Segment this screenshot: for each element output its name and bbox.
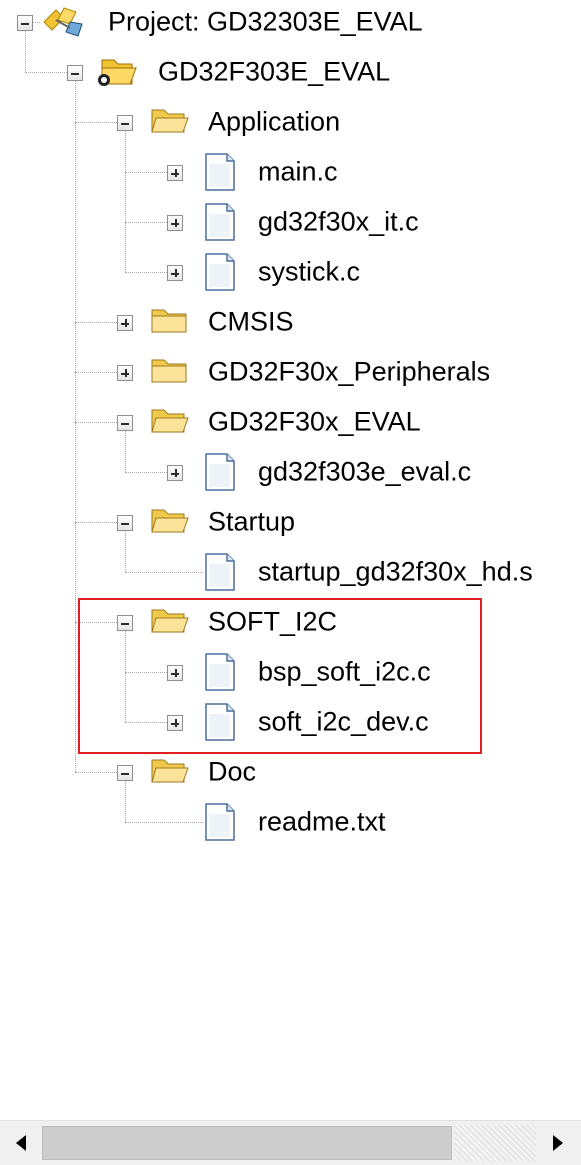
scrollbar-track[interactable]: [454, 1125, 536, 1161]
file-icon: [203, 202, 237, 247]
folder-open-icon: [150, 106, 190, 141]
tree-item-label: main.c: [258, 156, 338, 187]
tree-item-label: CMSIS: [208, 306, 294, 337]
highlight-box: [78, 598, 482, 754]
collapse-icon[interactable]: [117, 415, 133, 431]
tree-item-label: GD32F303E_EVAL: [158, 56, 391, 87]
collapse-icon[interactable]: [67, 65, 83, 81]
expand-icon[interactable]: [117, 315, 133, 331]
tree-item-label: gd32f303e_eval.c: [258, 456, 472, 487]
expand-icon[interactable]: [167, 215, 183, 231]
tree-file-systick-c[interactable]: systick.c: [0, 247, 581, 297]
folder-open-icon: [150, 506, 190, 541]
tree-item-label: Startup: [208, 506, 296, 537]
tree-item-label: readme.txt: [258, 806, 386, 837]
tree-group-application[interactable]: Application: [0, 97, 581, 147]
tree-group-doc[interactable]: Doc: [0, 747, 581, 797]
tree-item-label: Application: [208, 106, 341, 137]
expand-icon[interactable]: [167, 265, 183, 281]
tree-item-label: GD32F30x_EVAL: [208, 406, 421, 437]
target-folder-icon: [94, 56, 138, 93]
scroll-left-button[interactable]: [4, 1125, 38, 1161]
tree-file-gd32f30x-it-c[interactable]: gd32f30x_it.c: [0, 197, 581, 247]
expand-icon[interactable]: [167, 165, 183, 181]
collapse-icon[interactable]: [117, 115, 133, 131]
tree-group-startup[interactable]: Startup: [0, 497, 581, 547]
tree-file-gd32f303e-eval-c[interactable]: gd32f303e_eval.c: [0, 447, 581, 497]
tree-item-label: startup_gd32f30x_hd.s: [258, 556, 533, 587]
file-icon: [203, 452, 237, 497]
folder-icon: [150, 306, 190, 341]
tree-group-gd32f30x-peripherals[interactable]: GD32F30x_Peripherals: [0, 347, 581, 397]
project-tree: Project: GD32303E_EVAL GD32F303E_EVAL Appl…: [0, 0, 581, 1120]
expand-icon[interactable]: [117, 365, 133, 381]
scroll-right-button[interactable]: [541, 1125, 575, 1161]
collapse-icon[interactable]: [117, 515, 133, 531]
tree-root-project[interactable]: Project: GD32303E_EVAL: [0, 0, 581, 47]
file-icon: [203, 152, 237, 197]
tree-item-label: gd32f30x_it.c: [258, 206, 419, 237]
scrollbar-thumb[interactable]: [42, 1126, 452, 1160]
file-icon: [203, 252, 237, 297]
tree-group-gd32f30x-eval[interactable]: GD32F30x_EVAL: [0, 397, 581, 447]
tree-target[interactable]: GD32F303E_EVAL: [0, 47, 581, 97]
project-icon: [40, 2, 90, 47]
collapse-icon[interactable]: [17, 15, 33, 31]
tree-item-label: systick.c: [258, 256, 361, 287]
folder-open-icon: [150, 756, 190, 791]
folder-open-icon: [150, 406, 190, 441]
folder-icon: [150, 356, 190, 391]
tree-file-readme-txt[interactable]: readme.txt: [0, 797, 581, 847]
tree-file-startup-gd32f30x-hd-s[interactable]: startup_gd32f30x_hd.s: [0, 547, 581, 597]
tree-item-label: GD32F30x_Peripherals: [208, 356, 491, 387]
file-icon: [203, 802, 237, 847]
arrow-right-icon: [553, 1135, 563, 1151]
file-icon: [203, 552, 237, 597]
expand-icon[interactable]: [167, 465, 183, 481]
tree-group-cmsis[interactable]: CMSIS: [0, 297, 581, 347]
arrow-left-icon: [16, 1135, 26, 1151]
tree-item-label: Doc: [208, 756, 257, 787]
tree-item-label: Project: GD32303E_EVAL: [108, 6, 423, 37]
tree-file-main-c[interactable]: main.c: [0, 147, 581, 197]
collapse-icon[interactable]: [117, 765, 133, 781]
horizontal-scrollbar[interactable]: [0, 1120, 581, 1165]
